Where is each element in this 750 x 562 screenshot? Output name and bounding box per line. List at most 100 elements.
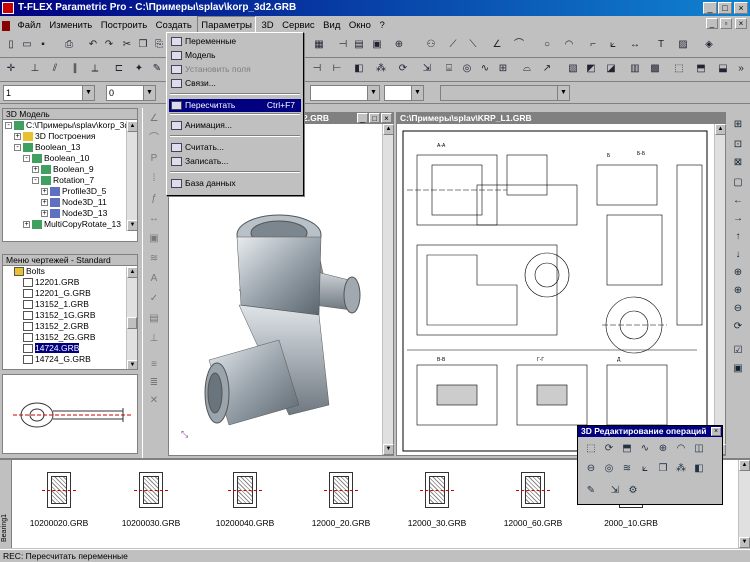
tree-item[interactable]: + Node3D_11 xyxy=(3,197,137,208)
image-tool-icon[interactable]: ▣ xyxy=(147,232,161,246)
extend-icon[interactable]: ⊢ xyxy=(330,62,344,76)
expand-toggle-icon[interactable]: - xyxy=(14,144,21,152)
calc-icon[interactable]: ▣ xyxy=(370,38,384,52)
mirror-icon[interactable]: ◧ xyxy=(352,62,366,76)
level-combo[interactable]: 1 ▼ xyxy=(3,85,95,101)
list-item[interactable]: 12201_G.GRB xyxy=(3,288,137,299)
open-file-icon[interactable]: ▭ xyxy=(20,38,34,52)
chevron-down-icon[interactable]: ▼ xyxy=(557,86,569,100)
new-file-icon[interactable]: ▯ xyxy=(4,38,18,52)
doc1-scrollbar[interactable]: ▲ ▼ xyxy=(382,124,394,455)
dimension-icon[interactable]: ↔ xyxy=(628,38,642,52)
menu-help[interactable]: ? xyxy=(376,17,387,34)
highlight-icon[interactable]: ▣ xyxy=(731,362,745,376)
width-combo[interactable]: ▼ xyxy=(384,85,424,101)
maximize-button[interactable]: □ xyxy=(718,2,732,14)
list-item[interactable]: 13152_1G.GRB xyxy=(3,310,137,321)
close-button[interactable]: × xyxy=(734,2,748,14)
op-array-icon[interactable]: ⁂ xyxy=(674,462,688,476)
trim-icon[interactable]: ⊣ xyxy=(310,62,324,76)
mdi-minimize-button[interactable]: _ xyxy=(706,18,718,29)
op-shell-icon[interactable]: ◫ xyxy=(692,442,706,456)
layer-combo[interactable]: 0 ▼ xyxy=(106,85,156,101)
array-icon[interactable]: ⁂ xyxy=(374,62,388,76)
rotate-icon[interactable]: ⟳ xyxy=(396,62,410,76)
pan-down-icon[interactable]: ↓ xyxy=(731,248,745,262)
hatch-icon[interactable]: ▨ xyxy=(676,38,690,52)
copy-icon[interactable]: ❐ xyxy=(136,38,150,52)
tangent-icon[interactable]: ⌒ xyxy=(512,38,526,52)
zoom-prev-icon[interactable]: ▢ xyxy=(731,176,745,190)
op-bool-icon[interactable]: ⊕ xyxy=(656,442,670,456)
render-icon[interactable]: ▩ xyxy=(648,62,662,76)
parallel-icon[interactable]: ∥ xyxy=(68,62,82,76)
doc-icon[interactable] xyxy=(2,20,10,31)
arc-icon[interactable]: ◠ xyxy=(562,38,576,52)
op-edit-icon[interactable]: ✎ xyxy=(584,484,598,498)
op-sweep-icon[interactable]: ∿ xyxy=(638,442,652,456)
expand-toggle-icon[interactable]: + xyxy=(41,210,48,218)
circle-icon[interactable]: ○ xyxy=(540,38,554,52)
menu-file[interactable]: Файл xyxy=(15,17,44,34)
op-copy-icon[interactable]: ❐ xyxy=(656,462,670,476)
layers-icon[interactable]: ◈ xyxy=(702,38,716,52)
menu-item[interactable]: Считать... xyxy=(169,141,301,154)
hatch-tool-icon[interactable]: ≋ xyxy=(147,252,161,266)
scale-icon[interactable]: ⇲ xyxy=(420,62,434,76)
menu-view[interactable]: Вид xyxy=(320,17,343,34)
tree-item[interactable]: - Rotation_7 xyxy=(3,175,137,186)
block-icon[interactable]: ▧ xyxy=(566,62,580,76)
op-loft-icon[interactable]: ⬒ xyxy=(620,442,634,456)
pick-tool-icon[interactable]: ⁞ xyxy=(147,172,161,186)
menu-item[interactable]: Пересчитать Ctrl+F7 xyxy=(169,99,301,112)
cut-icon[interactable]: ✂ xyxy=(120,38,134,52)
tree-item[interactable]: + Boolean_9 xyxy=(3,164,137,175)
scroll-down-icon[interactable]: ▼ xyxy=(383,444,394,455)
delete-tool-icon[interactable]: ✕ xyxy=(147,394,161,408)
fillet-icon[interactable]: ⌐ xyxy=(586,38,600,52)
grid-icon[interactable]: ▦ xyxy=(312,38,326,52)
style-combo[interactable]: ▼ xyxy=(310,85,380,101)
expand-toggle-icon[interactable]: + xyxy=(23,221,30,229)
curve-tool-icon[interactable]: ⌒ xyxy=(147,132,161,146)
tree-item[interactable]: - C:\Примеры\splav\korp_3d2 xyxy=(3,120,137,131)
shade-icon[interactable]: ▥ xyxy=(628,62,642,76)
menu-item[interactable]: Установить поля xyxy=(169,63,301,76)
chevron-down-icon[interactable]: ▼ xyxy=(143,86,155,100)
node-icon[interactable]: ⊥ xyxy=(28,62,42,76)
tree-item[interactable]: + MultiCopyRotate_13 xyxy=(3,219,137,230)
surface-icon[interactable]: ⌓ xyxy=(520,62,534,76)
menu-item[interactable]: Записать... xyxy=(169,155,301,168)
check-icon[interactable]: ☑ xyxy=(731,344,745,358)
zoom-minus-icon[interactable]: ⊖ xyxy=(731,302,745,316)
tree-item[interactable]: + Profile3D_5 xyxy=(3,186,137,197)
op-fillet-icon[interactable]: ◠ xyxy=(674,442,688,456)
print-icon[interactable]: ⎙ xyxy=(62,38,76,52)
op-extrude-icon[interactable]: ⬚ xyxy=(584,442,598,456)
pan-left-icon[interactable]: ← xyxy=(731,194,745,208)
refresh-icon[interactable]: ⟳ xyxy=(731,320,745,334)
fragment-icon[interactable]: ⌸ xyxy=(442,62,456,76)
op-rotate-icon[interactable]: ⟳ xyxy=(602,442,616,456)
pan-up-icon[interactable]: ↑ xyxy=(731,230,745,244)
chevron-down-icon[interactable]: ▼ xyxy=(411,86,423,100)
scroll-up-icon[interactable]: ▲ xyxy=(127,121,137,132)
construct-line-icon[interactable]: ⫽ xyxy=(48,62,62,76)
expand-toggle-icon[interactable]: + xyxy=(32,166,39,174)
line-icon[interactable]: ⟍ xyxy=(466,38,480,52)
lines-tool-icon[interactable]: ≡ xyxy=(147,358,161,372)
spline-icon[interactable]: ∿ xyxy=(478,62,492,76)
pointer-icon[interactable]: ✛ xyxy=(4,62,18,76)
drawings-scrollbar[interactable]: ▲ ▼ xyxy=(126,267,137,369)
menu-window[interactable]: Окно xyxy=(346,17,374,34)
menu-item[interactable]: Связи... xyxy=(169,77,301,90)
ops-close-button[interactable]: × xyxy=(711,427,721,436)
pan-right-icon[interactable]: → xyxy=(731,212,745,226)
cube-icon[interactable]: ◩ xyxy=(584,62,598,76)
library-scrollbar[interactable]: ▲ ▼ xyxy=(738,460,750,548)
tree-item[interactable]: - Boolean_10 xyxy=(3,153,137,164)
scroll-thumb[interactable] xyxy=(127,317,137,329)
app-icon[interactable] xyxy=(2,2,14,14)
box-icon[interactable]: ⬓ xyxy=(716,62,730,76)
op-mirror-icon[interactable]: ◧ xyxy=(692,462,706,476)
